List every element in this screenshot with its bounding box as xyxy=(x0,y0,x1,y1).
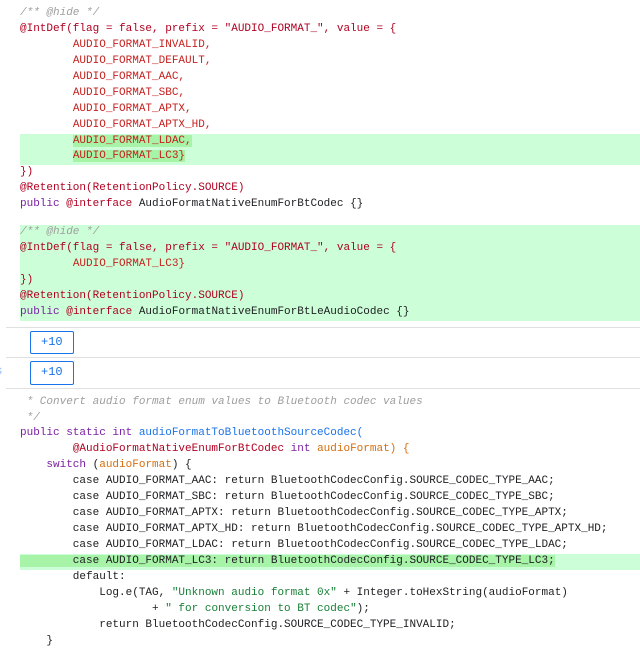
param-annotation: @AudioFormatNativeEnumForBtCodec xyxy=(73,443,284,455)
enum-default: AUDIO_FORMAT_DEFAULT, xyxy=(73,55,212,67)
switch-kw: switch xyxy=(46,459,92,471)
retention-1: @Retention(RetentionPolicy.SOURCE) xyxy=(20,182,244,194)
comment-convert-1: * Convert audio format enum values to Bl… xyxy=(20,396,423,408)
code-block-2: /** @hide */ @IntDef(flag = false, prefi… xyxy=(6,219,640,327)
interface-ann-1: @interface xyxy=(66,198,132,210)
enum-aptx-hd: AUDIO_FORMAT_APTX_HD, xyxy=(73,119,212,131)
log-str-1: "Unknown audio format 0x" xyxy=(172,587,337,599)
enum-lc3-2: AUDIO_FORMAT_LC3} xyxy=(73,258,185,270)
hl-b2-4: }) xyxy=(20,273,640,289)
case-ldac: case AUDIO_FORMAT_LDAC: return Bluetooth… xyxy=(20,539,568,551)
enum-lc3-1: AUDIO_FORMAT_LC3} xyxy=(73,150,185,162)
interface-ann-2: @interface xyxy=(66,306,132,318)
log-line-d: ); xyxy=(357,603,370,615)
log-line-b: + Integer.toHexString(audioFormat) xyxy=(337,587,568,599)
case-aac: case AUDIO_FORMAT_AAC: return BluetoothC… xyxy=(20,475,555,487)
log-line-a: Log.e(TAG, xyxy=(20,587,172,599)
close-2: }) xyxy=(20,274,33,286)
comment-hide-1: /** @hide */ xyxy=(20,7,99,19)
method-modifiers: public static int xyxy=(20,427,132,439)
hl-b2-1: /** @hide */ xyxy=(20,225,640,241)
hl-case-lc3: case AUDIO_FORMAT_LC3: return BluetoothC… xyxy=(20,554,640,570)
case-sbc: case AUDIO_FORMAT_SBC: return BluetoothC… xyxy=(20,491,555,503)
log-line-c: + xyxy=(20,603,165,615)
expand-row-2: +10 xyxy=(6,357,640,388)
hl-lc3-1: AUDIO_FORMAT_LC3} xyxy=(20,149,640,165)
comment-hide-2: /** @hide */ xyxy=(20,226,99,238)
code-block-1: /** @hide */ @IntDef(flag = false, prefi… xyxy=(6,0,640,219)
switch-tail: ) { xyxy=(172,459,192,471)
hl-b2-5: @Retention(RetentionPolicy.SOURCE) xyxy=(20,289,640,305)
switch-var: audioFormat xyxy=(99,459,172,471)
public-1: public xyxy=(20,198,66,210)
default-line: default: xyxy=(20,571,126,583)
case-aptx-hd: case AUDIO_FORMAT_APTX_HD: return Blueto… xyxy=(20,523,608,535)
closing-brace: } xyxy=(20,635,53,647)
param-type: int xyxy=(284,443,317,455)
expand-row-1: +10 xyxy=(6,327,640,357)
return-invalid: return BluetoothCodecConfig.SOURCE_CODEC… xyxy=(20,619,456,631)
expand-button-1[interactable]: +10 xyxy=(30,331,74,354)
param-name: audioFormat) { xyxy=(317,443,409,455)
retention-2: @Retention(RetentionPolicy.SOURCE) xyxy=(20,290,244,302)
enum-aptx: AUDIO_FORMAT_APTX, xyxy=(73,103,192,115)
hl-b2-6: public @interface AudioFormatNativeEnumF… xyxy=(20,305,640,321)
intdef-line-2: @IntDef(flag = false, prefix = "AUDIO_FO… xyxy=(20,242,396,254)
expand-button-2[interactable]: +10 xyxy=(30,361,74,384)
hl-b2-2: @IntDef(flag = false, prefix = "AUDIO_FO… xyxy=(20,241,640,257)
method-name: audioFormatToBluetoothSourceCodec( xyxy=(132,427,363,439)
log-str-2: " for conversion to BT codec" xyxy=(165,603,356,615)
close-1: }) xyxy=(20,166,33,178)
iface-name-2: AudioFormatNativeEnumForBtLeAudioCodec {… xyxy=(132,306,409,318)
iface-name-1: AudioFormatNativeEnumForBtCodec {} xyxy=(132,198,363,210)
code-block-3: * Convert audio format enum values to Bl… xyxy=(6,389,640,656)
case-lc3: case AUDIO_FORMAT_LC3: return BluetoothC… xyxy=(20,555,555,567)
enum-aac: AUDIO_FORMAT_AAC, xyxy=(73,71,185,83)
hl-ldac: AUDIO_FORMAT_LDAC, xyxy=(20,134,640,150)
public-2: public xyxy=(20,306,66,318)
hl-b2-3: AUDIO_FORMAT_LC3} xyxy=(20,257,640,273)
comment-convert-2: */ xyxy=(20,412,40,424)
enum-ldac: AUDIO_FORMAT_LDAC, xyxy=(73,135,192,147)
enum-sbc: AUDIO_FORMAT_SBC, xyxy=(73,87,185,99)
enum-invalid: AUDIO_FORMAT_INVALID, xyxy=(73,39,212,51)
gutter-marker: S xyxy=(0,366,2,381)
case-aptx: case AUDIO_FORMAT_APTX: return Bluetooth… xyxy=(20,507,568,519)
intdef-line-1: @IntDef(flag = false, prefix = "AUDIO_FO… xyxy=(20,23,396,35)
